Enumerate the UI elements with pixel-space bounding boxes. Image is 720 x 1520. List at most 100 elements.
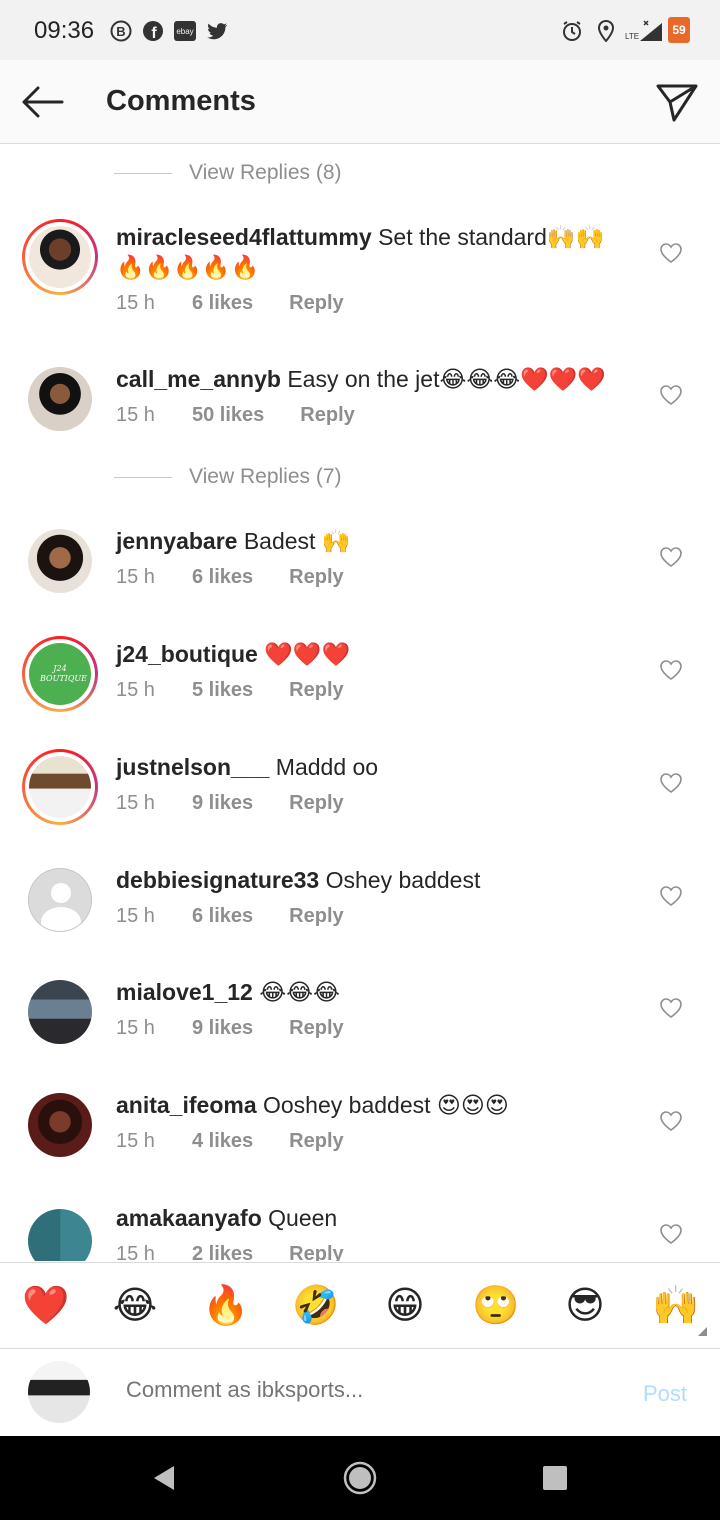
- comment-likes[interactable]: 6 likes: [192, 292, 253, 315]
- heart-icon[interactable]: [659, 1110, 683, 1132]
- heart-icon[interactable]: [659, 885, 683, 907]
- comment-meta: 15 h 50 likes Reply: [116, 404, 355, 427]
- comment-item: amakaanyafo Queen 15 h 2 likes Reply: [0, 1203, 720, 1261]
- heart-icon[interactable]: [659, 1223, 683, 1245]
- lte-signal-icon: LTE: [625, 20, 662, 41]
- emoji-eyeroll-button[interactable]: 🙄: [472, 1283, 519, 1329]
- battery-icon: 59: [668, 17, 690, 43]
- comment-username[interactable]: anita_ifeoma: [116, 1092, 257, 1118]
- view-replies-label: View Replies (7): [189, 465, 342, 488]
- comment-username[interactable]: amakaanyafo: [116, 1205, 262, 1231]
- heart-icon[interactable]: [659, 997, 683, 1019]
- heart-icon[interactable]: [659, 772, 683, 794]
- comment-time: 15 h: [116, 1243, 155, 1261]
- comment-body: ❤️❤️❤️: [264, 641, 351, 667]
- avatar[interactable]: [22, 523, 98, 599]
- arrow-left-icon[interactable]: [18, 82, 66, 122]
- comment-username[interactable]: debbiesignature33: [116, 867, 319, 893]
- heart-icon[interactable]: [659, 242, 683, 264]
- back-triangle-icon[interactable]: [150, 1464, 178, 1492]
- divider: [114, 476, 172, 478]
- comment-likes[interactable]: 6 likes: [192, 566, 253, 589]
- battery-level: 59: [672, 23, 686, 37]
- comment-time: 15 h: [116, 792, 155, 814]
- avatar[interactable]: [22, 974, 98, 1050]
- svg-text:B: B: [116, 24, 125, 39]
- location-icon: [597, 20, 615, 42]
- comment-time: 15 h: [116, 1017, 155, 1039]
- reply-button[interactable]: Reply: [289, 905, 343, 928]
- comment-time: 15 h: [116, 292, 155, 314]
- avatar-image: [29, 756, 91, 818]
- comment-text: debbiesignature33 Oshey baddest: [116, 865, 636, 895]
- divider: [114, 172, 172, 174]
- emoji-fire-button[interactable]: 🔥: [202, 1283, 249, 1329]
- comment-meta: 15 h 9 likes Reply: [116, 1017, 344, 1040]
- comment-username[interactable]: miracleseed4flattummy: [116, 224, 372, 250]
- comment-likes[interactable]: 50 likes: [192, 404, 264, 427]
- emoji-raised-hands-button[interactable]: 🙌: [652, 1283, 699, 1329]
- comment-username[interactable]: jennyabare: [116, 528, 237, 554]
- comment-username[interactable]: mialove1_12: [116, 979, 253, 1005]
- avatar[interactable]: [22, 749, 98, 825]
- reply-button[interactable]: Reply: [289, 1017, 343, 1040]
- comment-body: Ooshey baddest 😍😍😍: [263, 1092, 509, 1118]
- avatar[interactable]: [22, 219, 98, 295]
- emoji-heart-button[interactable]: ❤️: [22, 1283, 69, 1329]
- facebook-icon: f: [143, 21, 163, 42]
- comment-likes[interactable]: 5 likes: [192, 679, 253, 702]
- default-avatar-icon: [28, 868, 92, 932]
- post-button[interactable]: Post: [643, 1381, 687, 1407]
- comment-likes[interactable]: 9 likes: [192, 1017, 253, 1040]
- reply-button[interactable]: Reply: [289, 792, 343, 815]
- emoji-grin-button[interactable]: 😁: [382, 1283, 428, 1329]
- comment-text: mialove1_12 😂😂😂: [116, 977, 636, 1007]
- reply-button[interactable]: Reply: [289, 1130, 343, 1153]
- comment-likes[interactable]: 6 likes: [192, 905, 253, 928]
- comment-body: Queen: [268, 1205, 338, 1231]
- heart-icon[interactable]: [659, 546, 683, 568]
- heart-icon[interactable]: [659, 659, 683, 681]
- system-nav-bar: [0, 1436, 720, 1520]
- comment-likes[interactable]: 2 likes: [192, 1243, 253, 1261]
- comment-body: 😂😂😂: [259, 979, 340, 1005]
- svg-text:ebay: ebay: [176, 27, 193, 36]
- avatar[interactable]: J24 BOUTIQUE: [22, 636, 98, 712]
- emoji-sunglasses-button[interactable]: 😎: [562, 1283, 608, 1329]
- view-replies-button[interactable]: View Replies (7): [114, 462, 342, 492]
- heart-icon[interactable]: [659, 384, 683, 406]
- comment-username[interactable]: j24_boutique: [116, 641, 258, 667]
- paper-plane-icon[interactable]: [654, 80, 700, 124]
- view-replies-label: View Replies (8): [189, 161, 342, 184]
- reply-button[interactable]: Reply: [289, 679, 343, 702]
- view-replies-button[interactable]: View Replies (8): [114, 158, 342, 188]
- comment-likes[interactable]: 4 likes: [192, 1130, 253, 1153]
- page-title: Comments: [106, 85, 256, 117]
- reply-button[interactable]: Reply: [289, 1243, 343, 1261]
- comment-likes[interactable]: 9 likes: [192, 792, 253, 815]
- reply-button[interactable]: Reply: [289, 292, 343, 315]
- emoji-rofl-button[interactable]: 🤣: [292, 1283, 339, 1329]
- status-bar: 09:36 B f ebay LTE 59: [0, 0, 720, 60]
- comment-username[interactable]: justnelson___: [116, 754, 269, 780]
- avatar[interactable]: [22, 361, 98, 437]
- recents-square-icon[interactable]: [541, 1464, 569, 1492]
- comment-time: 15 h: [116, 905, 155, 927]
- comment-text: miracleseed4flattummy Set the standard🙌🙌…: [116, 222, 636, 282]
- avatar[interactable]: [22, 1203, 98, 1261]
- avatar[interactable]: [22, 862, 98, 938]
- avatar-image: [29, 226, 91, 288]
- home-circle-icon[interactable]: [343, 1461, 377, 1495]
- comment-body: Maddd oo: [275, 754, 379, 780]
- avatar[interactable]: [22, 1087, 98, 1163]
- emoji-joy-button[interactable]: 😂: [112, 1283, 158, 1329]
- reply-button[interactable]: Reply: [289, 566, 343, 589]
- my-avatar: [28, 1361, 90, 1423]
- comment-input[interactable]: [126, 1377, 606, 1403]
- alarm-icon: [563, 21, 581, 41]
- reply-button[interactable]: Reply: [300, 404, 354, 427]
- svg-text:LTE: LTE: [625, 32, 639, 41]
- comment-body-line2: 🔥🔥🔥🔥🔥: [116, 254, 260, 280]
- comment-username[interactable]: call_me_annyb: [116, 366, 281, 392]
- twitter-icon: [207, 23, 228, 40]
